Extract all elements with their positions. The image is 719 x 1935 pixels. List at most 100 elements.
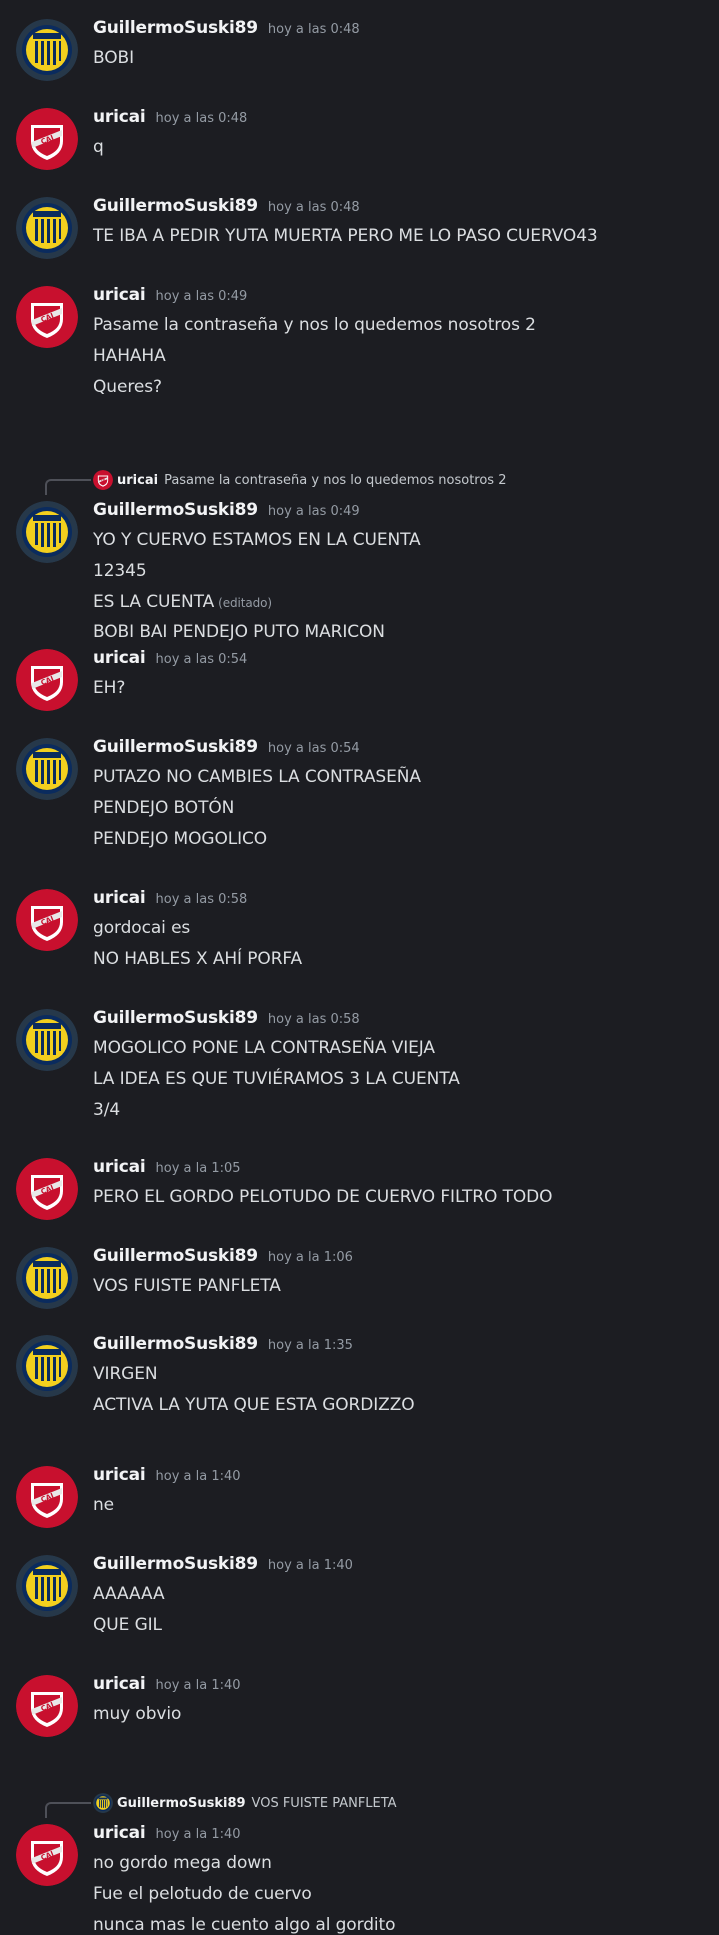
avatar[interactable]: CAI [16,286,78,348]
username[interactable]: GuillermoSuski89 [93,18,258,38]
message-text: no gordo mega down [93,1853,272,1873]
reply-spine [45,479,91,495]
avatar[interactable] [16,738,78,800]
reply-reference[interactable]: GuillermoSuski89 VOS FUISTE PANFLETA [45,1793,397,1818]
avatar[interactable] [16,197,78,259]
message-content: q [93,137,104,157]
independiente-crest-icon: CAI [16,1675,78,1737]
avatar[interactable]: CAI [16,108,78,170]
rosario-central-crest-icon [16,738,78,800]
username[interactable]: uricai [93,1465,146,1485]
rosario-central-crest-icon [16,1335,78,1397]
avatar[interactable]: CAI [16,1824,78,1886]
reply-text[interactable]: VOS FUISTE PANFLETA [252,1796,397,1811]
independiente-crest-icon: CAI [16,1158,78,1220]
timestamp[interactable]: hoy a las 0:48 [268,22,360,37]
username[interactable]: uricai [93,285,146,305]
username[interactable]: uricai [93,648,146,668]
rosario-central-crest-icon [16,1247,78,1309]
timestamp[interactable]: hoy a la 1:40 [268,1558,353,1573]
timestamp[interactable]: hoy a la 1:35 [268,1338,353,1353]
timestamp[interactable]: hoy a las 0:49 [156,289,248,304]
avatar[interactable]: CAI [16,1158,78,1220]
message-text: PENDEJO MOGOLICO [93,829,267,849]
username[interactable]: uricai [93,107,146,127]
rosario-central-crest-icon [16,1009,78,1071]
username[interactable]: uricai [93,1674,146,1694]
username[interactable]: uricai [93,888,146,908]
message-content: 12345 [93,561,147,581]
username[interactable]: GuillermoSuski89 [93,1008,258,1028]
reply-username[interactable]: uricai [117,473,158,488]
avatar[interactable] [16,1335,78,1397]
avatar[interactable]: CAI [16,1675,78,1737]
timestamp[interactable]: hoy a la 1:40 [156,1678,241,1693]
message-content: no gordo mega down [93,1853,272,1873]
message-text: gordocai es [93,918,190,938]
timestamp[interactable]: hoy a la 1:40 [156,1469,241,1484]
message-text: TE IBA A PEDIR YUTA MUERTA PERO ME LO PA… [93,226,598,246]
message-content: 3/4 [93,1100,121,1120]
avatar[interactable] [16,501,78,563]
message-content: nunca mas le cuento algo al gordito [93,1915,396,1935]
rosario-central-crest-icon [16,197,78,259]
message-content: PENDEJO MOGOLICO [93,829,268,849]
timestamp[interactable]: hoy a las 0:48 [268,200,360,215]
message-content: YO Y CUERVO ESTAMOS EN LA CUENTA [93,530,421,550]
independiente-crest-icon: CAI [16,1824,78,1886]
message-text: muy obvio [93,1704,181,1724]
message-header: GuillermoSuski89 hoy a las 0:54 [93,737,360,757]
message-header: uricai hoy a la 1:40 [93,1465,241,1485]
reply-text[interactable]: Pasame la contraseña y nos lo quedemos n… [164,473,506,488]
timestamp[interactable]: hoy a las 0:49 [268,504,360,519]
timestamp[interactable]: hoy a la 1:06 [268,1250,353,1265]
message-text: Fue el pelotudo de cuervo [93,1884,312,1904]
timestamp[interactable]: hoy a las 0:58 [156,892,248,907]
username[interactable]: GuillermoSuski89 [93,1554,258,1574]
username[interactable]: GuillermoSuski89 [93,1246,258,1266]
message-text: PERO EL GORDO PELOTUDO DE CUERVO FILTRO … [93,1187,553,1207]
message-header: uricai hoy a las 0:58 [93,888,247,908]
avatar[interactable] [16,1247,78,1309]
timestamp[interactable]: hoy a las 0:54 [268,741,360,756]
avatar[interactable] [16,1555,78,1617]
message-content: gordocai es [93,918,191,938]
username[interactable]: uricai [93,1823,146,1843]
username[interactable]: GuillermoSuski89 [93,500,258,520]
reply-reference[interactable]: CAI uricai Pasame la contraseña y nos lo q… [45,470,506,495]
message-header: uricai hoy a las 0:49 [93,285,247,305]
message-text: Queres? [93,377,162,397]
message-content: NO HABLES X AHÍ PORFA [93,949,303,969]
message-header: uricai hoy a la 1:40 [93,1674,241,1694]
timestamp[interactable]: hoy a las 0:58 [268,1012,360,1027]
message-header: uricai hoy a la 1:05 [93,1157,241,1177]
message-text: 12345 [93,561,147,581]
message-header: GuillermoSuski89 hoy a las 0:58 [93,1008,360,1028]
username[interactable]: GuillermoSuski89 [93,196,258,216]
rosario-central-crest-icon [16,19,78,81]
avatar[interactable] [16,19,78,81]
avatar[interactable]: CAI [16,649,78,711]
username[interactable]: GuillermoSuski89 [93,1334,258,1354]
timestamp[interactable]: hoy a la 1:40 [156,1827,241,1842]
timestamp[interactable]: hoy a las 0:48 [156,111,248,126]
reply-username[interactable]: GuillermoSuski89 [117,1796,246,1811]
avatar[interactable]: CAI [16,889,78,951]
reply-spine [45,1802,91,1818]
message-text: 3/4 [93,1100,120,1120]
timestamp[interactable]: hoy a la 1:05 [156,1161,241,1176]
message-header: GuillermoSuski89 hoy a la 1:35 [93,1334,353,1354]
message-text: BOBI BAI PENDEJO PUTO MARICON [93,622,385,642]
timestamp[interactable]: hoy a las 0:54 [156,652,248,667]
avatar[interactable] [16,1009,78,1071]
username[interactable]: uricai [93,1157,146,1177]
message-header: GuillermoSuski89 hoy a las 0:49 [93,500,360,520]
message-header: GuillermoSuski89 hoy a la 1:40 [93,1554,353,1574]
message-header: uricai hoy a las 0:54 [93,648,247,668]
message-text: HAHAHA [93,346,166,366]
avatar[interactable]: CAI [16,1466,78,1528]
message-text: LA IDEA ES QUE TUVIÉRAMOS 3 LA CUENTA [93,1069,460,1089]
independiente-crest-icon: CAI [16,889,78,951]
message-content: PERO EL GORDO PELOTUDO DE CUERVO FILTRO … [93,1187,553,1207]
username[interactable]: GuillermoSuski89 [93,737,258,757]
